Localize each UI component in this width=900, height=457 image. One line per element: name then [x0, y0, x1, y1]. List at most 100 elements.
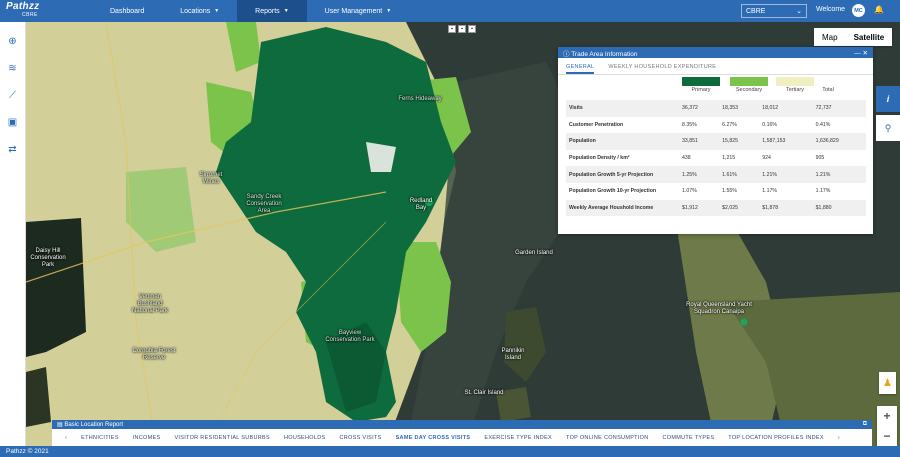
caret-down-icon: ▼	[386, 8, 392, 14]
report-tab[interactable]: TOP LOCATION PROFILES INDEX	[721, 435, 831, 441]
row-value: 0.41%	[815, 121, 831, 128]
tabs-next-icon[interactable]: ›	[831, 435, 847, 441]
row-value: 8.35%	[682, 121, 697, 128]
map-label-bayview: Bayview Conservation Park	[325, 330, 375, 343]
zoom-out-button[interactable]: −	[877, 426, 897, 446]
left-toolbar: ⊕ ≋ ⟋ ▣ ⇄	[0, 22, 26, 446]
panel-title-wrap: ⓘ Trade Area Information	[563, 48, 637, 58]
report-title: Basic Location Report	[64, 422, 124, 428]
report-tab[interactable]: CROSS VISITS	[332, 435, 388, 441]
table-row: Weekly Average Houshold Income $1,912 $2,0…	[566, 199, 866, 217]
table-row: Population Growth 5-yr Projection 1.25% 1.…	[566, 166, 866, 183]
company-select[interactable]: CBRE ⌄	[741, 4, 807, 18]
trade-area-panel: ⓘ Trade Area Information — ✕ GENERAL WEE…	[558, 47, 873, 234]
map-label-st-clair: St. Clair Island	[464, 390, 504, 396]
row-value: 33,851	[679, 133, 720, 150]
table-row: Customer Penetration 8.35% 6.27% 0.16% 0.41%	[566, 117, 866, 134]
info-icon[interactable]: i	[876, 86, 900, 112]
nav-dashboard[interactable]: Dashboard	[92, 0, 162, 22]
report-tab[interactable]: INCOMES	[126, 435, 168, 441]
layers-icon[interactable]: ≋	[0, 55, 25, 82]
row-value: 0.16%	[762, 121, 777, 128]
legend-swatch-primary	[682, 77, 720, 86]
map-label-sandy-creek: Sandy Creek Conservation Area	[246, 194, 282, 214]
bell-icon[interactable]: 🔔	[874, 5, 884, 14]
location-marker-icon[interactable]	[740, 318, 748, 326]
panel-header: ⓘ Trade Area Information — ✕	[558, 47, 873, 58]
row-label: Population	[566, 133, 679, 150]
zoom-in-button[interactable]: +	[877, 406, 897, 426]
nav-locations[interactable]: Locations ▼	[162, 0, 237, 22]
row-value: 72,737	[812, 100, 866, 117]
row-value: 1.61%	[719, 166, 760, 183]
map-label-cornubia: Cornubia Forest Reserve	[132, 348, 176, 361]
tabs-prev-icon[interactable]: ‹	[58, 435, 74, 441]
map-type-toggle: Map Satellite	[814, 28, 893, 46]
logo-text: Pathzz	[6, 1, 40, 12]
avatar[interactable]: MC	[852, 4, 865, 17]
report-tab[interactable]: TOP ONLINE CONSUMPTION	[559, 435, 656, 441]
street-view-pegman-icon[interactable]: ♟	[879, 372, 896, 394]
map-pin-icon[interactable]: ⚲	[876, 115, 900, 141]
map-label-royal-qld: Royal Queensland Yacht Squadron Canaipa	[686, 302, 752, 315]
tab-general[interactable]: GENERAL	[566, 62, 595, 74]
welcome-text: Welcome	[816, 6, 846, 13]
tool-icon-3[interactable]: ▪	[468, 25, 476, 33]
info-icon: ⓘ	[563, 50, 572, 58]
table-row: Visits 36,372 18,353 18,012 72,737	[566, 100, 866, 117]
chevron-down-icon: ⌄	[796, 8, 802, 15]
row-value: $1,912	[679, 199, 720, 217]
caret-down-icon: ▼	[214, 8, 220, 14]
report-tab[interactable]: SAME DAY CROSS VISITS	[389, 435, 478, 441]
top-navbar: Pathzz CBRE Dashboard Locations ▼ Reports…	[0, 0, 900, 22]
add-location-icon[interactable]: ⊕	[0, 28, 25, 55]
map-mini-tools: ▪ ▪ ▪	[448, 25, 476, 33]
report-tab[interactable]: EXERCISE TYPE INDEX	[477, 435, 559, 441]
nav-user-management-label: User Management	[324, 7, 383, 15]
row-value: 1.25%	[679, 166, 720, 183]
row-value: $1,878	[759, 199, 813, 217]
legend-swatch-tertiary	[776, 77, 814, 86]
row-value: 1.21%	[812, 166, 866, 183]
trade-area-legend: Primary Secondary Tertiary Total	[558, 77, 873, 95]
report-title-wrap: ▤ Basic Location Report	[57, 421, 123, 428]
row-value: 18,353	[719, 100, 760, 117]
logo-subtext: CBRE	[22, 12, 38, 18]
row-label: Visits	[566, 100, 679, 117]
close-icon[interactable]: ✕	[863, 50, 868, 57]
save-icon[interactable]: ▣	[0, 109, 25, 136]
tool-icon-1[interactable]: ▪	[448, 25, 456, 33]
map-label-sirromet: Sirromet Wines	[199, 172, 223, 185]
basic-location-report: ▤ Basic Location Report ⧉ ‹ ETHNICITIES I…	[52, 420, 872, 446]
nav-user-management[interactable]: User Management ▼	[307, 0, 410, 22]
row-value: 924	[762, 155, 771, 162]
map-type-satellite[interactable]: Satellite	[846, 28, 893, 46]
report-tab[interactable]: VISITOR RESIDENTIAL SUBURBS	[167, 435, 277, 441]
map-type-map[interactable]: Map	[814, 28, 846, 46]
row-label: Customer Penetration	[569, 121, 624, 128]
map-label-ferns-hideaway: Ferns Hideaway	[398, 96, 442, 102]
table-row: Population Growth 10-yr Projection 1.07% 1…	[566, 183, 866, 200]
row-value: $2,025	[719, 199, 760, 217]
tool-icon-2[interactable]: ▪	[458, 25, 466, 33]
row-value: $1,880	[812, 199, 866, 217]
nav-reports[interactable]: Reports ▼	[237, 0, 307, 22]
legend-label-secondary: Secondary	[735, 87, 763, 93]
compare-icon[interactable]: ⇄	[0, 136, 25, 163]
report-tab[interactable]: HOUSEHOLDS	[277, 435, 333, 441]
map-view[interactable]: ▪ ▪ ▪ Daisy Hill Conservation Park Venma…	[26, 22, 900, 446]
chart-line-icon[interactable]: ⟋	[0, 82, 25, 109]
map-label-redland-bay: Redland Bay	[409, 198, 433, 211]
row-value: 1,215	[722, 155, 736, 162]
row-label: Population Growth 10-yr Projection	[569, 188, 657, 195]
report-tab[interactable]: COMMUTE TYPES	[656, 435, 722, 441]
tab-weekly-expenditure[interactable]: WEEKLY HOUSEHOLD EXPENDITURE	[608, 62, 716, 74]
footer: Pathzz © 2021	[0, 446, 900, 457]
expand-icon[interactable]: ⧉	[863, 421, 867, 428]
row-label: Population Growth 5-yr Projection	[566, 166, 679, 183]
caret-down-icon: ▼	[283, 8, 289, 14]
app-logo[interactable]: Pathzz CBRE	[0, 2, 80, 20]
report-tab[interactable]: ETHNICITIES	[74, 435, 126, 441]
minimize-icon[interactable]: —	[854, 50, 862, 57]
nav-dashboard-label: Dashboard	[110, 7, 145, 15]
